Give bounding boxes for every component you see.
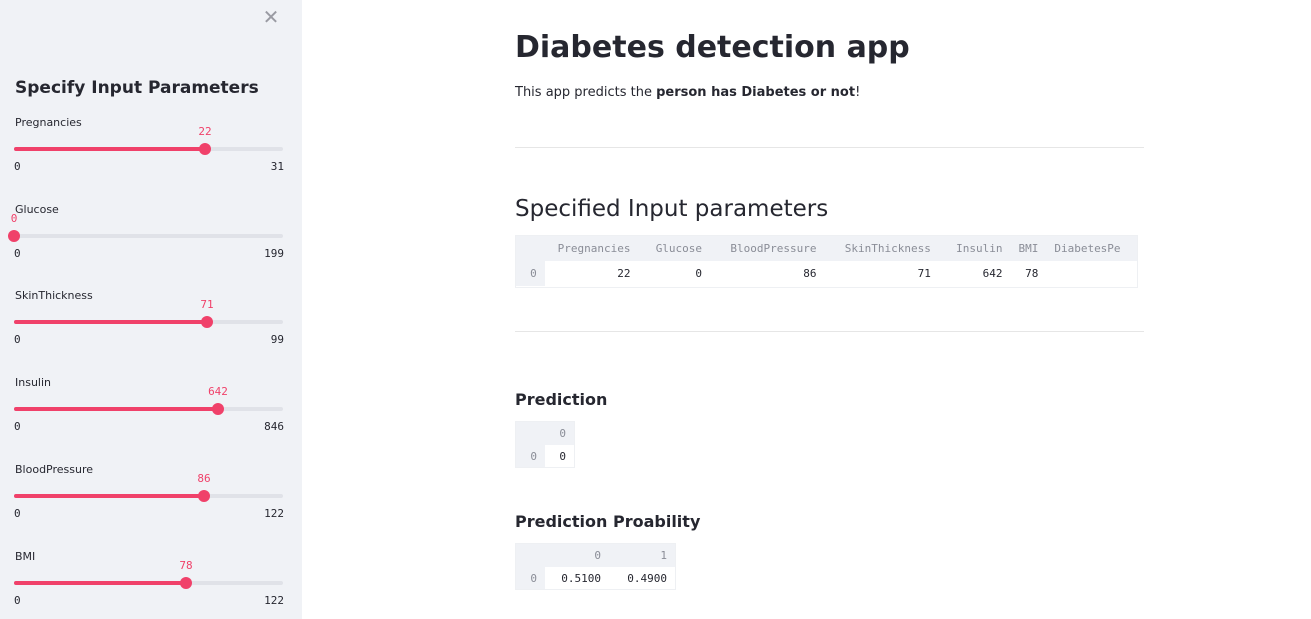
slider-track[interactable] bbox=[14, 581, 283, 585]
bloodpressure-slider[interactable]: BloodPressure 86 0 122 bbox=[14, 463, 284, 533]
slider-value: 0 bbox=[10, 212, 18, 225]
slider-value: 22 bbox=[198, 125, 212, 138]
column-header: 1 bbox=[609, 544, 675, 567]
slider-label: BMI bbox=[15, 550, 36, 563]
slider-min: 0 bbox=[14, 594, 21, 607]
slider-value: 78 bbox=[179, 559, 193, 572]
row-index: 0 bbox=[516, 261, 545, 286]
slider-fill bbox=[14, 320, 207, 324]
skinthickness-slider[interactable]: SkinThickness 71 0 99 bbox=[14, 289, 284, 359]
column-header: 0 bbox=[545, 544, 609, 567]
column-header: Insulin bbox=[938, 236, 1011, 261]
intro-prefix: This app predicts the bbox=[515, 85, 657, 100]
slider-label: SkinThickness bbox=[15, 289, 93, 302]
intro-text: This app predicts the person has Diabete… bbox=[515, 85, 860, 100]
main-content: Diabetes detection app This app predicts… bbox=[515, 0, 1144, 619]
slider-track[interactable] bbox=[14, 234, 283, 238]
index-header bbox=[516, 544, 545, 567]
slider-fill bbox=[14, 494, 204, 498]
slider-label: Pregnancies bbox=[15, 116, 82, 129]
slider-max: 99 bbox=[270, 333, 284, 346]
intro-bold: person has Diabetes or not bbox=[656, 85, 856, 100]
slider-max: 846 bbox=[264, 420, 284, 433]
input-parameters-table[interactable]: Pregnancies Glucose BloodPressure SkinTh… bbox=[515, 235, 1138, 288]
table-cell: 642 bbox=[938, 261, 1011, 286]
slider-track[interactable] bbox=[14, 320, 283, 324]
close-sidebar-button[interactable]: ✕ bbox=[261, 7, 281, 27]
column-header: SkinThickness bbox=[824, 236, 939, 261]
slider-track[interactable] bbox=[14, 407, 283, 411]
probability-table[interactable]: 0 1 0 0.5100 0.4900 bbox=[515, 543, 676, 590]
slider-value: 86 bbox=[197, 472, 211, 485]
bmi-slider[interactable]: BMI 78 0 122 bbox=[14, 550, 284, 619]
table-cell: 0.5100 bbox=[545, 567, 609, 589]
slider-min: 0 bbox=[14, 160, 21, 173]
table-cell: 0 bbox=[545, 445, 574, 467]
slider-max: 199 bbox=[264, 247, 284, 260]
prediction-header: Prediction bbox=[515, 390, 608, 409]
table-row: 0 0 bbox=[516, 445, 574, 467]
table-header-row: 0 bbox=[516, 422, 574, 445]
slider-label: Insulin bbox=[15, 376, 52, 389]
table-row: 0 0.5100 0.4900 bbox=[516, 567, 675, 589]
column-header: BMI bbox=[1010, 236, 1047, 261]
index-header bbox=[516, 236, 545, 261]
slider-min: 0 bbox=[14, 507, 21, 520]
table-cell bbox=[1046, 261, 1137, 286]
slider-value: 642 bbox=[208, 385, 228, 398]
slider-fill bbox=[14, 147, 205, 151]
slider-max: 122 bbox=[264, 594, 284, 607]
sidebar: ✕ Specify Input Parameters Pregnancies 2… bbox=[0, 0, 302, 619]
slider-label: BloodPressure bbox=[15, 463, 94, 476]
slider-min: 0 bbox=[14, 247, 21, 260]
probability-header: Prediction Proability bbox=[515, 512, 701, 531]
table-cell: 0 bbox=[638, 261, 711, 286]
insulin-slider[interactable]: Insulin 642 0 846 bbox=[14, 376, 284, 446]
glucose-slider[interactable]: Glucose 0 0 199 bbox=[8, 203, 284, 273]
input-parameters-header: Specified Input parameters bbox=[515, 196, 829, 222]
slider-value: 71 bbox=[200, 298, 214, 311]
divider bbox=[515, 147, 1144, 148]
slider-thumb[interactable] bbox=[212, 403, 224, 415]
column-header: 0 bbox=[545, 422, 574, 445]
slider-thumb[interactable] bbox=[201, 316, 213, 328]
slider-fill bbox=[14, 407, 218, 411]
index-header bbox=[516, 422, 545, 445]
table-cell: 0.4900 bbox=[609, 567, 675, 589]
column-header: Glucose bbox=[638, 236, 711, 261]
slider-track[interactable] bbox=[14, 494, 283, 498]
page-title: Diabetes detection app bbox=[515, 30, 910, 65]
slider-thumb[interactable] bbox=[180, 577, 192, 589]
table-header-row: 0 1 bbox=[516, 544, 675, 567]
close-icon: ✕ bbox=[262, 5, 280, 29]
divider bbox=[515, 331, 1144, 332]
intro-suffix: ! bbox=[855, 85, 861, 100]
sidebar-title: Specify Input Parameters bbox=[15, 78, 259, 98]
slider-max: 122 bbox=[264, 507, 284, 520]
slider-min: 0 bbox=[14, 333, 21, 346]
row-index: 0 bbox=[516, 567, 545, 589]
prediction-table[interactable]: 0 0 0 bbox=[515, 421, 575, 468]
table-cell: 71 bbox=[824, 261, 939, 286]
table-cell: 78 bbox=[1010, 261, 1047, 286]
column-header: BloodPressure bbox=[710, 236, 825, 261]
table-cell: 22 bbox=[544, 261, 639, 286]
slider-thumb[interactable] bbox=[199, 143, 211, 155]
slider-thumb[interactable] bbox=[8, 230, 20, 242]
column-header: DiabetesPe bbox=[1046, 236, 1137, 261]
column-header: Pregnancies bbox=[544, 236, 639, 261]
slider-track[interactable] bbox=[14, 147, 283, 151]
slider-thumb[interactable] bbox=[198, 490, 210, 502]
pregnancies-slider[interactable]: Pregnancies 22 0 31 bbox=[14, 116, 284, 186]
table-row: 0 22 0 86 71 642 78 bbox=[516, 261, 1137, 286]
row-index: 0 bbox=[516, 445, 545, 467]
slider-min: 0 bbox=[14, 420, 21, 433]
table-header-row: Pregnancies Glucose BloodPressure SkinTh… bbox=[516, 236, 1137, 261]
slider-fill bbox=[14, 581, 186, 585]
table-cell: 86 bbox=[710, 261, 825, 286]
slider-max: 31 bbox=[270, 160, 284, 173]
